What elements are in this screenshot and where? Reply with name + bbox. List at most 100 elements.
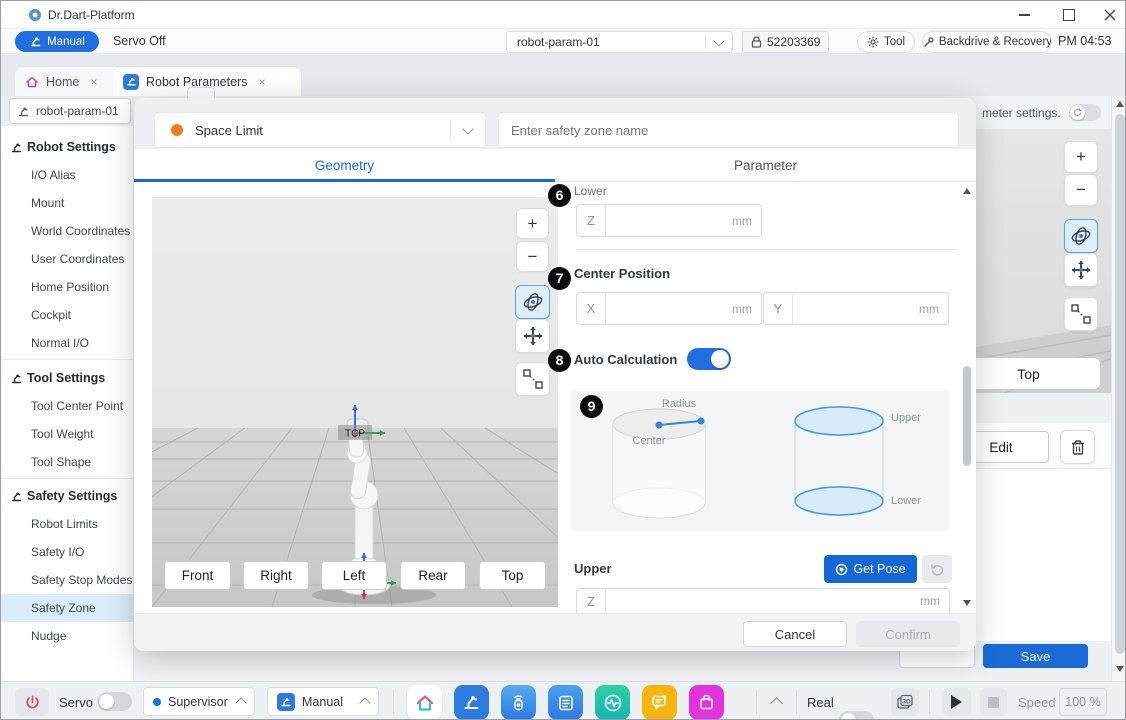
zone-type-select[interactable]: Space Limit bbox=[154, 112, 486, 148]
backdrive-recovery-button[interactable]: Backdrive & Recovery bbox=[922, 31, 1052, 53]
measure-button[interactable] bbox=[515, 362, 550, 396]
zoom-in-button[interactable]: + bbox=[516, 208, 549, 239]
robot-section-icon bbox=[10, 141, 23, 154]
dialog-scroll-up-icon[interactable] bbox=[963, 188, 971, 194]
upper-z-input[interactable] bbox=[606, 589, 920, 613]
speed-label: Speed bbox=[1018, 695, 1056, 710]
mode-manual-button[interactable]: Manual bbox=[15, 31, 99, 52]
tool-button[interactable]: Tool bbox=[857, 31, 915, 53]
auto-calculation-label: Auto Calculation bbox=[574, 352, 677, 367]
delete-zone-button[interactable] bbox=[1060, 430, 1095, 464]
3d-view-button[interactable]: 3D bbox=[891, 688, 919, 716]
bg-zone-list-panel bbox=[976, 469, 1111, 641]
center-position-label: Center Position bbox=[574, 266, 670, 281]
tab-home[interactable]: Home × bbox=[15, 67, 127, 96]
mode-select[interactable]: Manual bbox=[267, 687, 379, 716]
unit-label: mm bbox=[919, 302, 948, 316]
servo-toggle[interactable] bbox=[97, 692, 132, 711]
servo-label: Servo bbox=[59, 695, 93, 710]
annotation-badge-8: 8 bbox=[548, 349, 571, 372]
unit-label: mm bbox=[732, 302, 761, 316]
serial-number: 52203369 bbox=[767, 35, 820, 49]
active-tab-underline bbox=[134, 179, 555, 182]
dialog-scrollbar-thumb[interactable] bbox=[963, 366, 971, 466]
minimize-button[interactable] bbox=[1009, 3, 1039, 27]
save-button[interactable]: Save bbox=[983, 644, 1088, 668]
app-jog-icon[interactable] bbox=[501, 685, 536, 720]
bg-zoom-in-button[interactable]: + bbox=[1064, 141, 1098, 173]
orbit-icon bbox=[521, 290, 545, 314]
maximize-button[interactable] bbox=[1054, 3, 1084, 27]
trash-icon bbox=[1070, 439, 1086, 456]
get-pose-button[interactable]: Get Pose bbox=[824, 555, 917, 583]
orbit-icon bbox=[1069, 224, 1093, 248]
serial-number-chip[interactable]: 52203369 bbox=[742, 31, 829, 53]
window-title: Dr.Dart-Platform bbox=[48, 1, 135, 29]
bg-pan-view-button[interactable] bbox=[1064, 253, 1098, 287]
close-button[interactable] bbox=[1095, 3, 1125, 27]
breadcrumb[interactable]: robot-param-01 bbox=[9, 98, 131, 124]
tcp-label: TCP bbox=[345, 429, 365, 440]
view-top-button[interactable]: Top bbox=[479, 561, 546, 590]
app-home-icon[interactable] bbox=[407, 685, 442, 720]
speed-value-badge[interactable]: 100 % bbox=[1059, 688, 1107, 716]
zone-name-input[interactable] bbox=[498, 112, 959, 148]
scroll-up-icon[interactable] bbox=[1116, 101, 1124, 107]
power-button[interactable] bbox=[15, 688, 49, 716]
reset-icon bbox=[1073, 108, 1082, 117]
cancel-button[interactable]: Cancel bbox=[743, 621, 847, 647]
tab-home-close-icon[interactable]: × bbox=[90, 75, 97, 89]
play-button[interactable] bbox=[942, 688, 971, 716]
view-left-button[interactable]: Left bbox=[321, 561, 387, 590]
toolbar: Manual Servo Off robot-param-01 52203369… bbox=[1, 29, 1126, 54]
dialog-scroll-down-icon[interactable] bbox=[963, 600, 971, 606]
undo-icon bbox=[930, 562, 944, 576]
power-icon bbox=[25, 695, 40, 710]
app-scrollbar[interactable] bbox=[1111, 96, 1126, 681]
tab-parameter[interactable]: Parameter bbox=[555, 149, 976, 182]
dialog-3d-viewport[interactable]: TCP BASE Front Right Left Rear Top bbox=[152, 197, 558, 607]
bg-rotate-view-button[interactable] bbox=[1064, 219, 1098, 253]
bg-measure-button[interactable] bbox=[1064, 297, 1098, 331]
app-store-icon[interactable] bbox=[689, 685, 724, 720]
lower-z-input[interactable] bbox=[606, 205, 732, 236]
app-robot-parameters-icon[interactable] bbox=[454, 685, 489, 720]
dialog-header: Space Limit bbox=[134, 98, 976, 149]
view-right-button[interactable]: Right bbox=[243, 561, 309, 590]
rotate-view-button[interactable] bbox=[515, 285, 550, 319]
scroll-down-icon[interactable] bbox=[1116, 666, 1124, 672]
cylinder-diagram-panel: Radius Center Upper Lower bbox=[571, 391, 949, 531]
zone-type-label: Space Limit bbox=[183, 123, 450, 138]
servo-status: Servo Off bbox=[113, 34, 166, 48]
confirm-button[interactable]: Confirm bbox=[856, 621, 960, 647]
auto-calculation-toggle[interactable] bbox=[687, 348, 731, 370]
undo-pose-button[interactable] bbox=[922, 555, 952, 583]
app-message-icon[interactable] bbox=[642, 685, 677, 720]
dock-collapse-icon[interactable] bbox=[772, 695, 781, 713]
stop-button[interactable] bbox=[980, 688, 1007, 716]
bg-top-view-button[interactable]: Top bbox=[956, 357, 1101, 390]
center-y-field: Y mm bbox=[763, 292, 949, 325]
real-toggle[interactable] bbox=[839, 711, 874, 720]
pan-icon bbox=[522, 325, 544, 347]
role-select[interactable]: Supervisor bbox=[143, 687, 255, 716]
param-file-select[interactable]: robot-param-01 bbox=[506, 31, 733, 53]
center-y-input[interactable] bbox=[793, 293, 919, 324]
app-monitor-icon[interactable] bbox=[595, 685, 630, 720]
bg-zoom-out-button[interactable]: − bbox=[1064, 174, 1098, 206]
unit-label: mm bbox=[732, 214, 761, 228]
stop-icon bbox=[988, 697, 999, 708]
view-rear-button[interactable]: Rear bbox=[400, 561, 466, 590]
view-front-button[interactable]: Front bbox=[164, 561, 231, 590]
settings-toggle[interactable] bbox=[1069, 104, 1101, 121]
center-x-input[interactable] bbox=[606, 293, 732, 324]
tab-bar: Home × Robot Parameters × bbox=[1, 54, 1126, 96]
app-scrollbar-thumb[interactable] bbox=[1115, 114, 1125, 654]
safety-section-icon bbox=[10, 490, 23, 503]
zoom-out-button[interactable]: − bbox=[516, 241, 549, 272]
tab-robot-parameters-close-icon[interactable]: × bbox=[258, 75, 265, 89]
pan-view-button[interactable] bbox=[515, 319, 550, 353]
tab-geometry[interactable]: Geometry bbox=[134, 149, 555, 182]
app-task-icon[interactable] bbox=[548, 685, 583, 720]
svg-text:3D: 3D bbox=[902, 698, 911, 705]
